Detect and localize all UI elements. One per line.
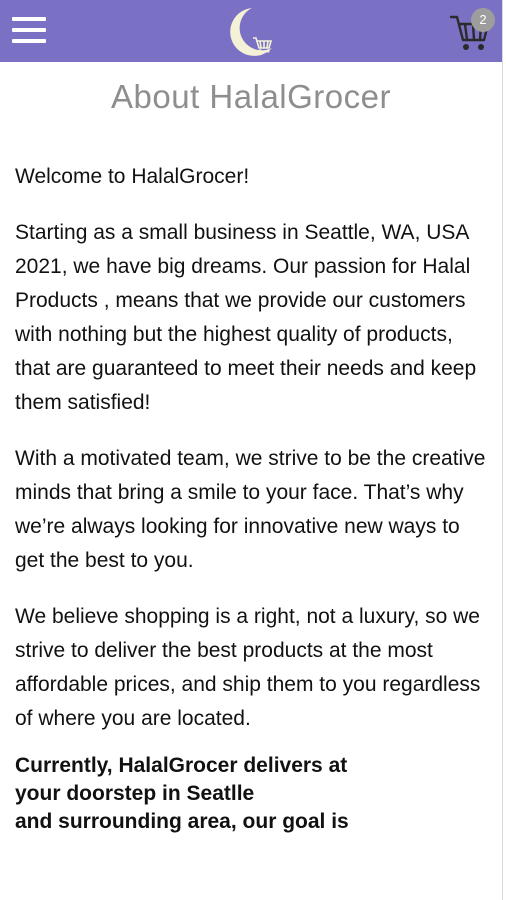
welcome-paragraph: Welcome to HalalGrocer! — [15, 165, 250, 188]
app-frame: 2 About HalalGrocer Welcome to HalalGroc… — [0, 0, 503, 900]
crescent-moon-logo-icon[interactable] — [222, 4, 278, 60]
about-content: Welcome to HalalGrocer! Starting as a sm… — [15, 160, 491, 858]
top-bar: 2 — [0, 0, 502, 62]
delivery-line-2: your doorstep in Seatlle — [15, 782, 255, 805]
cart-count-badge: 2 — [471, 8, 495, 32]
delivery-paragraph: Currently, HalalGrocer delivers at your … — [15, 752, 491, 836]
hamburger-menu-icon[interactable] — [12, 17, 46, 43]
delivery-line-3: and surrounding area, our goal is — [15, 810, 349, 833]
mission-paragraph: We believe shopping is a right, not a lu… — [15, 605, 481, 730]
delivery-line-1: Currently, HalalGrocer delivers at — [15, 754, 348, 777]
page-title: About HalalGrocer — [111, 78, 391, 115]
history-paragraph: Starting as a small business in Seattle,… — [15, 221, 477, 414]
team-paragraph: With a motivated team, we strive to be t… — [15, 447, 486, 572]
